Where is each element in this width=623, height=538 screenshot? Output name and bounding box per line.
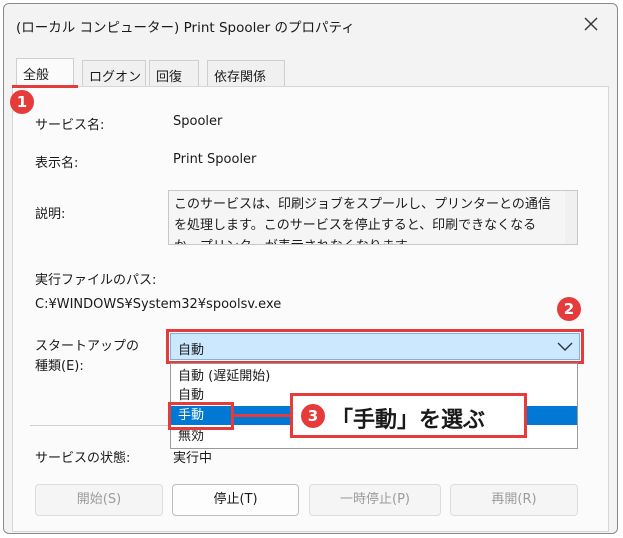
window-title: (ローカル コンピューター) Print Spooler のプロパティ [16,20,355,36]
startup-type-select[interactable]: 自動 [170,333,580,360]
tab-logon-label: ログオン [89,70,142,85]
description-text: このサービスは、印刷ジョブをスプールし、プリンターとの通信を処理します。このサー… [174,197,551,244]
close-icon [584,17,598,31]
tab-highlight-underline [12,85,78,88]
callout-text: 「手動」を選ぶ [331,408,486,433]
option-auto-delayed[interactable]: 自動 (遅延開始) [171,367,577,386]
tab-dependencies[interactable]: 依存関係 [207,60,285,86]
tab-general-label: 全般 [23,68,50,83]
service-status-label: サービスの状態: [35,451,131,466]
tab-recovery-label: 回復 [156,70,183,85]
pause-button[interactable]: 一時停止(P) [309,484,441,516]
step-marker-2: 2 [557,297,581,321]
service-name-label: サービス名: [35,118,105,133]
startup-type-label-line2: 種類(E): [35,359,84,374]
description-label: 説明: [35,207,66,222]
service-name-value: Spooler [173,114,223,129]
chevron-down-icon [557,342,573,351]
exe-path-value: C:¥WINDOWS¥System32¥spoolsv.exe [35,297,282,312]
title-bar: (ローカル コンピューター) Print Spooler のプロパティ [4,4,617,44]
stop-button[interactable]: 停止(T) [172,484,299,516]
display-name-label: 表示名: [35,156,79,171]
instruction-callout: 3 「手動」を選ぶ [290,393,527,438]
close-button[interactable] [571,7,611,41]
tab-logon[interactable]: ログオン [82,60,146,86]
display-name-value: Print Spooler [173,152,257,167]
startup-type-selected-value: 自動 [178,343,205,358]
service-status-value: 実行中 [173,451,213,466]
start-button[interactable]: 開始(S) [35,484,163,516]
callout-connector [234,414,292,417]
description-box[interactable]: このサービスは、印刷ジョブをスプールし、プリンターとの通信を処理します。このサー… [168,190,578,245]
step-marker-3: 3 [301,404,325,428]
step-marker-1: 1 [10,90,34,114]
tab-recovery[interactable]: 回復 [149,60,199,86]
exe-path-label: 実行ファイルのパス: [35,273,157,288]
tab-general[interactable]: 全般 [16,58,74,86]
startup-type-label-line1: スタートアップの [35,339,140,354]
description-scrollbar[interactable] [565,191,577,244]
divider [30,425,168,426]
resume-button[interactable]: 再開(R) [450,484,578,516]
tab-dependencies-label: 依存関係 [214,70,267,85]
